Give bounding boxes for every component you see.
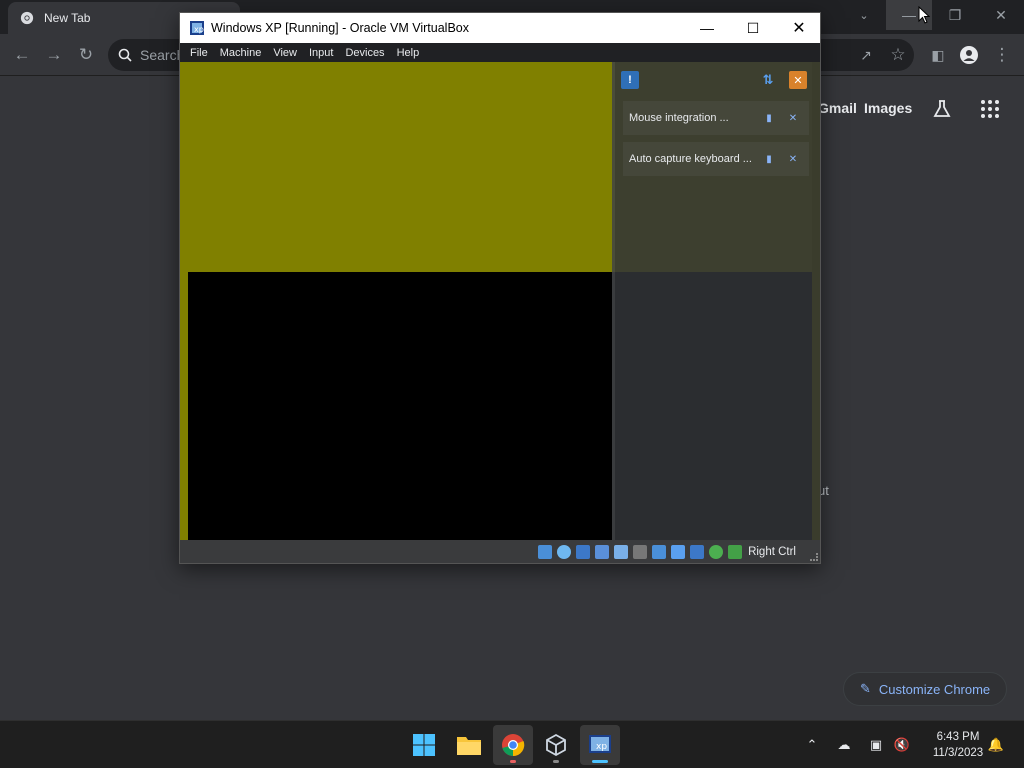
display-icon[interactable] <box>652 544 667 559</box>
clock-date: 11/3/2023 <box>932 747 984 759</box>
show-hidden-icons-chevron-icon[interactable]: ⌃ <box>802 735 822 755</box>
notification-center-icon[interactable]: ! <box>621 71 639 89</box>
windows-xp-vm-icon: xp <box>589 735 611 753</box>
mouse-integration-icon[interactable] <box>728 544 743 559</box>
images-link[interactable]: Images <box>864 100 912 116</box>
vbox-close-button[interactable]: ✕ <box>776 13 822 43</box>
vbox-maximize-button[interactable]: ☐ <box>730 13 776 43</box>
chrome-icon <box>20 11 34 25</box>
chrome-restore-button[interactable]: ❐ <box>932 0 978 30</box>
vbox-title-bar[interactable]: xp Windows XP [Running] - Oracle VM Virt… <box>180 13 820 43</box>
vbox-status-bar: Right Ctrl <box>180 540 820 563</box>
start-button[interactable] <box>404 725 444 765</box>
chrome-menu-icon[interactable]: ⋮ <box>990 43 1014 67</box>
hard-disk-icon[interactable] <box>538 544 553 559</box>
customize-chrome-button[interactable]: ✎ Customize Chrome <box>843 672 1007 706</box>
recording-icon[interactable] <box>671 544 686 559</box>
usb-icon[interactable] <box>614 544 629 559</box>
running-indicator <box>510 760 516 763</box>
file-explorer-button[interactable] <box>449 725 489 765</box>
vbox-menu-bar: File Machine View Input Devices Help <box>180 43 820 62</box>
notification-text: Auto capture keyboard ... <box>629 153 752 165</box>
notification-mouse-integration[interactable]: Mouse integration ... ▮ ✕ <box>623 101 809 135</box>
chrome-icon <box>502 734 525 757</box>
sort-order-icon[interactable]: ⇅ <box>759 71 777 89</box>
vm-olive-background <box>180 62 612 272</box>
menu-devices[interactable]: Devices <box>339 47 390 59</box>
search-icon <box>118 48 132 62</box>
virtualbox-manager-button[interactable] <box>536 725 576 765</box>
notification-center: ! ⇅ ✕ Mouse integration ... ▮ ✕ Auto cap… <box>612 62 812 272</box>
menu-view[interactable]: View <box>267 47 303 59</box>
clock-time: 6:43 PM <box>936 731 980 743</box>
close-notification-icon[interactable]: ✕ <box>785 113 801 124</box>
dont-show-again-icon[interactable]: ▮ <box>761 154 777 165</box>
reload-icon[interactable]: ↻ <box>74 43 98 67</box>
active-window-indicator <box>592 760 608 763</box>
virtualbox-window[interactable]: xp Windows XP [Running] - Oracle VM Virt… <box>179 12 821 564</box>
chrome-close-button[interactable]: ✕ <box>978 0 1024 30</box>
menu-machine[interactable]: Machine <box>214 47 268 59</box>
person-icon <box>960 46 978 64</box>
apps-grid-icon[interactable] <box>980 99 1000 119</box>
labs-flask-icon[interactable] <box>931 98 953 120</box>
back-arrow-icon[interactable]: ← <box>10 43 34 67</box>
windows-xp-vm-taskbar-button[interactable]: xp <box>580 725 620 765</box>
share-icon[interactable]: ↗ <box>854 43 878 67</box>
virtualbox-cube-icon <box>546 733 566 757</box>
resize-grip-icon[interactable] <box>810 553 818 561</box>
notification-auto-capture-keyboard[interactable]: Auto capture keyboard ... ▮ ✕ <box>623 142 809 176</box>
optical-drive-icon[interactable] <box>557 544 572 559</box>
audio-icon[interactable] <box>576 544 591 559</box>
shared-folders-icon[interactable] <box>633 544 648 559</box>
mouse-cursor-icon <box>918 6 930 24</box>
tab-search-chevron-icon[interactable]: ⌄ <box>852 5 876 25</box>
menu-help[interactable]: Help <box>391 47 426 59</box>
windows-taskbar: xp ⌃ ☁ ▣ 🔇 6:43 PM 11/3/2023 🔔 <box>0 720 1024 768</box>
vm-olive-edge <box>180 272 188 540</box>
vm-right-edge <box>812 62 820 540</box>
notification-text: Mouse integration ... <box>629 112 729 124</box>
svg-text:xp: xp <box>596 742 607 752</box>
host-key-label: Right Ctrl <box>748 545 796 558</box>
vt-x-icon[interactable] <box>690 544 705 559</box>
clear-all-icon[interactable]: ✕ <box>789 71 807 89</box>
customize-chrome-label: Customize Chrome <box>878 681 991 697</box>
bookmark-star-icon[interactable]: ☆ <box>886 43 910 67</box>
onedrive-offline-icon[interactable]: ☁ <box>834 735 854 755</box>
taskbar-clock[interactable]: 6:43 PM 11/3/2023 <box>920 729 996 761</box>
side-panel-icon[interactable]: ◧ <box>926 43 950 67</box>
profile-avatar-icon[interactable] <box>957 43 981 67</box>
guest-additions-icon[interactable] <box>709 544 724 559</box>
vbox-window-title: Windows XP [Running] - Oracle VM Virtual… <box>211 21 469 35</box>
network-monitor-icon[interactable]: ▣ <box>866 735 886 755</box>
vbox-minimize-button[interactable]: — <box>684 13 730 43</box>
chrome-taskbar-button[interactable] <box>493 725 533 765</box>
notification-center-empty-area <box>612 272 812 540</box>
forward-arrow-icon[interactable]: → <box>42 43 66 67</box>
address-bar-placeholder: Search <box>140 47 185 63</box>
pencil-icon: ✎ <box>860 681 871 696</box>
gmail-link[interactable]: Gmail <box>818 100 857 116</box>
windows-logo-icon <box>413 734 435 756</box>
virtualbox-app-icon: xp <box>190 21 204 35</box>
menu-file[interactable]: File <box>184 47 214 59</box>
running-indicator <box>553 760 559 763</box>
volume-muted-icon[interactable]: 🔇 <box>892 735 912 755</box>
network-icon[interactable] <box>595 544 610 559</box>
notifications-bell-icon[interactable]: 🔔 <box>986 735 1006 755</box>
close-notification-icon[interactable]: ✕ <box>785 154 801 165</box>
vm-display[interactable]: ! ⇅ ✕ Mouse integration ... ▮ ✕ Auto cap… <box>180 62 820 540</box>
dont-show-again-icon[interactable]: ▮ <box>761 113 777 124</box>
tab-title: New Tab <box>44 11 91 25</box>
menu-input[interactable]: Input <box>303 47 339 59</box>
folder-icon <box>457 737 481 755</box>
svg-text:xp: xp <box>194 25 204 34</box>
